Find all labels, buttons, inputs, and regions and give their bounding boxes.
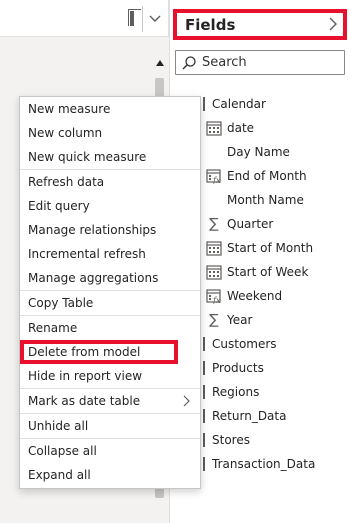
chevron-down-icon <box>149 15 161 22</box>
menu-item-manage-relationships[interactable]: Manage relationships <box>20 219 200 241</box>
menu-item-new-measure[interactable]: New measure <box>20 98 200 120</box>
fields-header[interactable]: Fields <box>173 9 347 40</box>
caret-up-icon <box>156 60 164 66</box>
chevron-right-icon[interactable] <box>328 16 338 32</box>
search-input[interactable] <box>202 55 342 70</box>
calendar-icon <box>206 265 222 280</box>
field-label: Transaction_Data <box>212 457 316 471</box>
menu-item-incremental-refresh[interactable]: Incremental refresh <box>20 243 200 265</box>
menu-item-unhide-all[interactable]: Unhide all <box>20 415 200 437</box>
menu-item-label: Mark as date table <box>28 394 141 408</box>
menu-divider <box>20 413 200 414</box>
field-label: Weekend <box>227 289 283 303</box>
menu-item-expand-all[interactable]: Expand all <box>20 464 200 486</box>
field-label: date <box>227 121 255 135</box>
field-label: End of Month <box>227 169 307 183</box>
field-label: Customers <box>212 337 277 351</box>
menu-item-rename[interactable]: Rename <box>20 317 200 339</box>
scroll-up-button[interactable] <box>152 56 168 70</box>
menu-item-edit-query[interactable]: Edit query <box>20 195 200 217</box>
calendar-icon <box>206 241 222 256</box>
field-label: Calendar <box>212 97 266 111</box>
search-field[interactable] <box>175 50 345 75</box>
calendar-calculated-icon: fx <box>206 289 221 304</box>
collapse-dropdown-button[interactable] <box>142 6 167 32</box>
menu-item-delete-from-model[interactable]: Delete from model <box>20 341 200 363</box>
field-label: Regions <box>212 385 260 399</box>
field-label: Start of Week <box>227 265 309 279</box>
menu-item-new-column[interactable]: New column <box>20 122 200 144</box>
field-label: Quarter <box>227 217 274 231</box>
sigma-icon: ∑ <box>209 216 219 232</box>
calendar-calculated-icon: fx <box>206 169 221 184</box>
svg-text:fx: fx <box>212 176 221 184</box>
field-label: Start of Month <box>227 241 314 255</box>
field-label: Return_Data <box>212 409 287 423</box>
chevron-right-icon <box>183 395 190 407</box>
menu-divider <box>20 290 200 291</box>
menu-item-mark-as-date-table[interactable]: Mark as date table <box>20 390 200 412</box>
menu-item-manage-aggregations[interactable]: Manage aggregations <box>20 267 200 289</box>
menu-item-copy-table[interactable]: Copy Table <box>20 292 200 314</box>
menu-item-collapse-all[interactable]: Collapse all <box>20 440 200 462</box>
format-icon[interactable] <box>128 9 141 26</box>
menu-item-hide-in-report-view[interactable]: Hide in report view <box>20 365 200 387</box>
menu-item-refresh-data[interactable]: Refresh data <box>20 171 200 193</box>
field-label: Day Name <box>227 145 290 159</box>
menu-divider <box>20 315 200 316</box>
menu-divider <box>20 388 200 389</box>
context-menu: New measure New column New quick measure… <box>19 96 201 489</box>
field-label: Month Name <box>227 193 304 207</box>
filters-pane-header <box>0 0 169 37</box>
menu-divider <box>20 169 200 170</box>
sigma-icon: ∑ <box>209 312 219 328</box>
menu-item-new-quick-measure[interactable]: New quick measure <box>20 146 200 168</box>
svg-text:fx: fx <box>212 296 221 304</box>
search-icon <box>182 55 196 69</box>
calendar-icon <box>206 121 222 136</box>
field-label: Stores <box>212 433 250 447</box>
menu-divider <box>20 438 200 439</box>
field-label: Products <box>212 361 264 375</box>
field-label: Year <box>227 313 253 327</box>
fields-title: Fields <box>185 15 236 34</box>
